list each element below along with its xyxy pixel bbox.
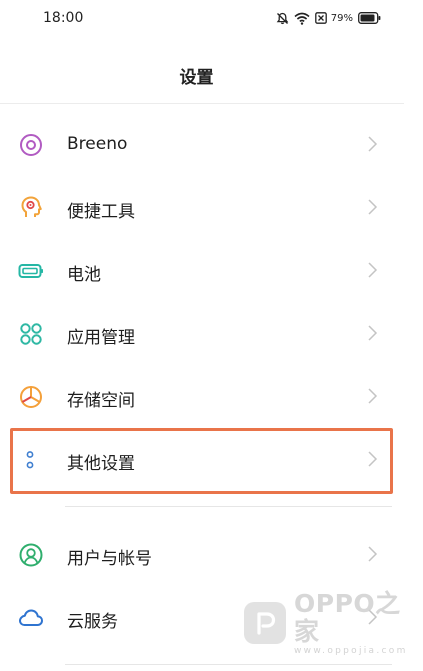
settings-item-label: 用户与帐号 bbox=[67, 549, 152, 569]
section-divider bbox=[65, 506, 392, 507]
convenience-tools-icon bbox=[18, 195, 44, 221]
settings-item-other-settings[interactable]: 其他设置 bbox=[0, 428, 404, 491]
breeno-icon bbox=[18, 132, 44, 158]
battery-icon bbox=[358, 12, 381, 24]
settings-item-label: 其他设置 bbox=[67, 454, 135, 474]
watermark: OPPO之家 www.oppojia.com bbox=[244, 589, 423, 656]
settings-item-label: 应用管理 bbox=[67, 328, 135, 348]
battery-percent: 79% bbox=[330, 12, 353, 24]
status-bar: 18:00 79% bbox=[0, 0, 423, 40]
settings-item-label: Breeno bbox=[67, 134, 128, 154]
other-settings-icon bbox=[18, 447, 44, 473]
settings-item-storage[interactable]: 存储空间 bbox=[0, 365, 404, 428]
app-management-icon bbox=[18, 321, 44, 347]
user-account-icon bbox=[18, 542, 44, 568]
storage-icon bbox=[18, 384, 44, 410]
chevron-right-icon bbox=[366, 198, 378, 216]
watermark-text: OPPO之家 www.oppojia.com bbox=[294, 588, 423, 657]
settings-item-breeno[interactable]: Breeno bbox=[0, 113, 404, 176]
settings-item-convenience-tools[interactable]: 便捷工具 bbox=[0, 176, 404, 239]
settings-item-battery[interactable]: 电池 bbox=[0, 239, 404, 302]
chevron-right-icon bbox=[366, 545, 378, 563]
notifications-muted-icon bbox=[276, 12, 289, 25]
chevron-right-icon bbox=[366, 324, 378, 342]
watermark-brand: OPPO之家 bbox=[294, 588, 401, 646]
chevron-right-icon bbox=[366, 135, 378, 153]
watermark-url: www.oppojia.com bbox=[294, 645, 408, 656]
battery-icon bbox=[18, 258, 44, 284]
settings-item-user-account[interactable]: 用户与帐号 bbox=[0, 523, 404, 586]
settings-item-app-management[interactable]: 应用管理 bbox=[0, 302, 404, 365]
chevron-right-icon bbox=[366, 450, 378, 468]
title-divider bbox=[0, 103, 404, 104]
wifi-icon bbox=[294, 12, 310, 25]
settings-item-label: 电池 bbox=[67, 265, 101, 285]
bottom-divider bbox=[65, 664, 392, 665]
watermark-logo-icon bbox=[244, 602, 286, 644]
sim-card-icon bbox=[314, 12, 327, 24]
chevron-right-icon bbox=[366, 261, 378, 279]
status-time: 18:00 bbox=[43, 10, 84, 26]
settings-item-label: 云服务 bbox=[67, 612, 118, 632]
settings-item-label: 便捷工具 bbox=[67, 202, 135, 222]
page-title: 设置 bbox=[179, 68, 214, 88]
cloud-service-icon bbox=[18, 605, 44, 631]
settings-item-label: 存储空间 bbox=[67, 391, 135, 411]
chevron-right-icon bbox=[366, 387, 378, 405]
status-icons: 79% bbox=[276, 9, 381, 27]
